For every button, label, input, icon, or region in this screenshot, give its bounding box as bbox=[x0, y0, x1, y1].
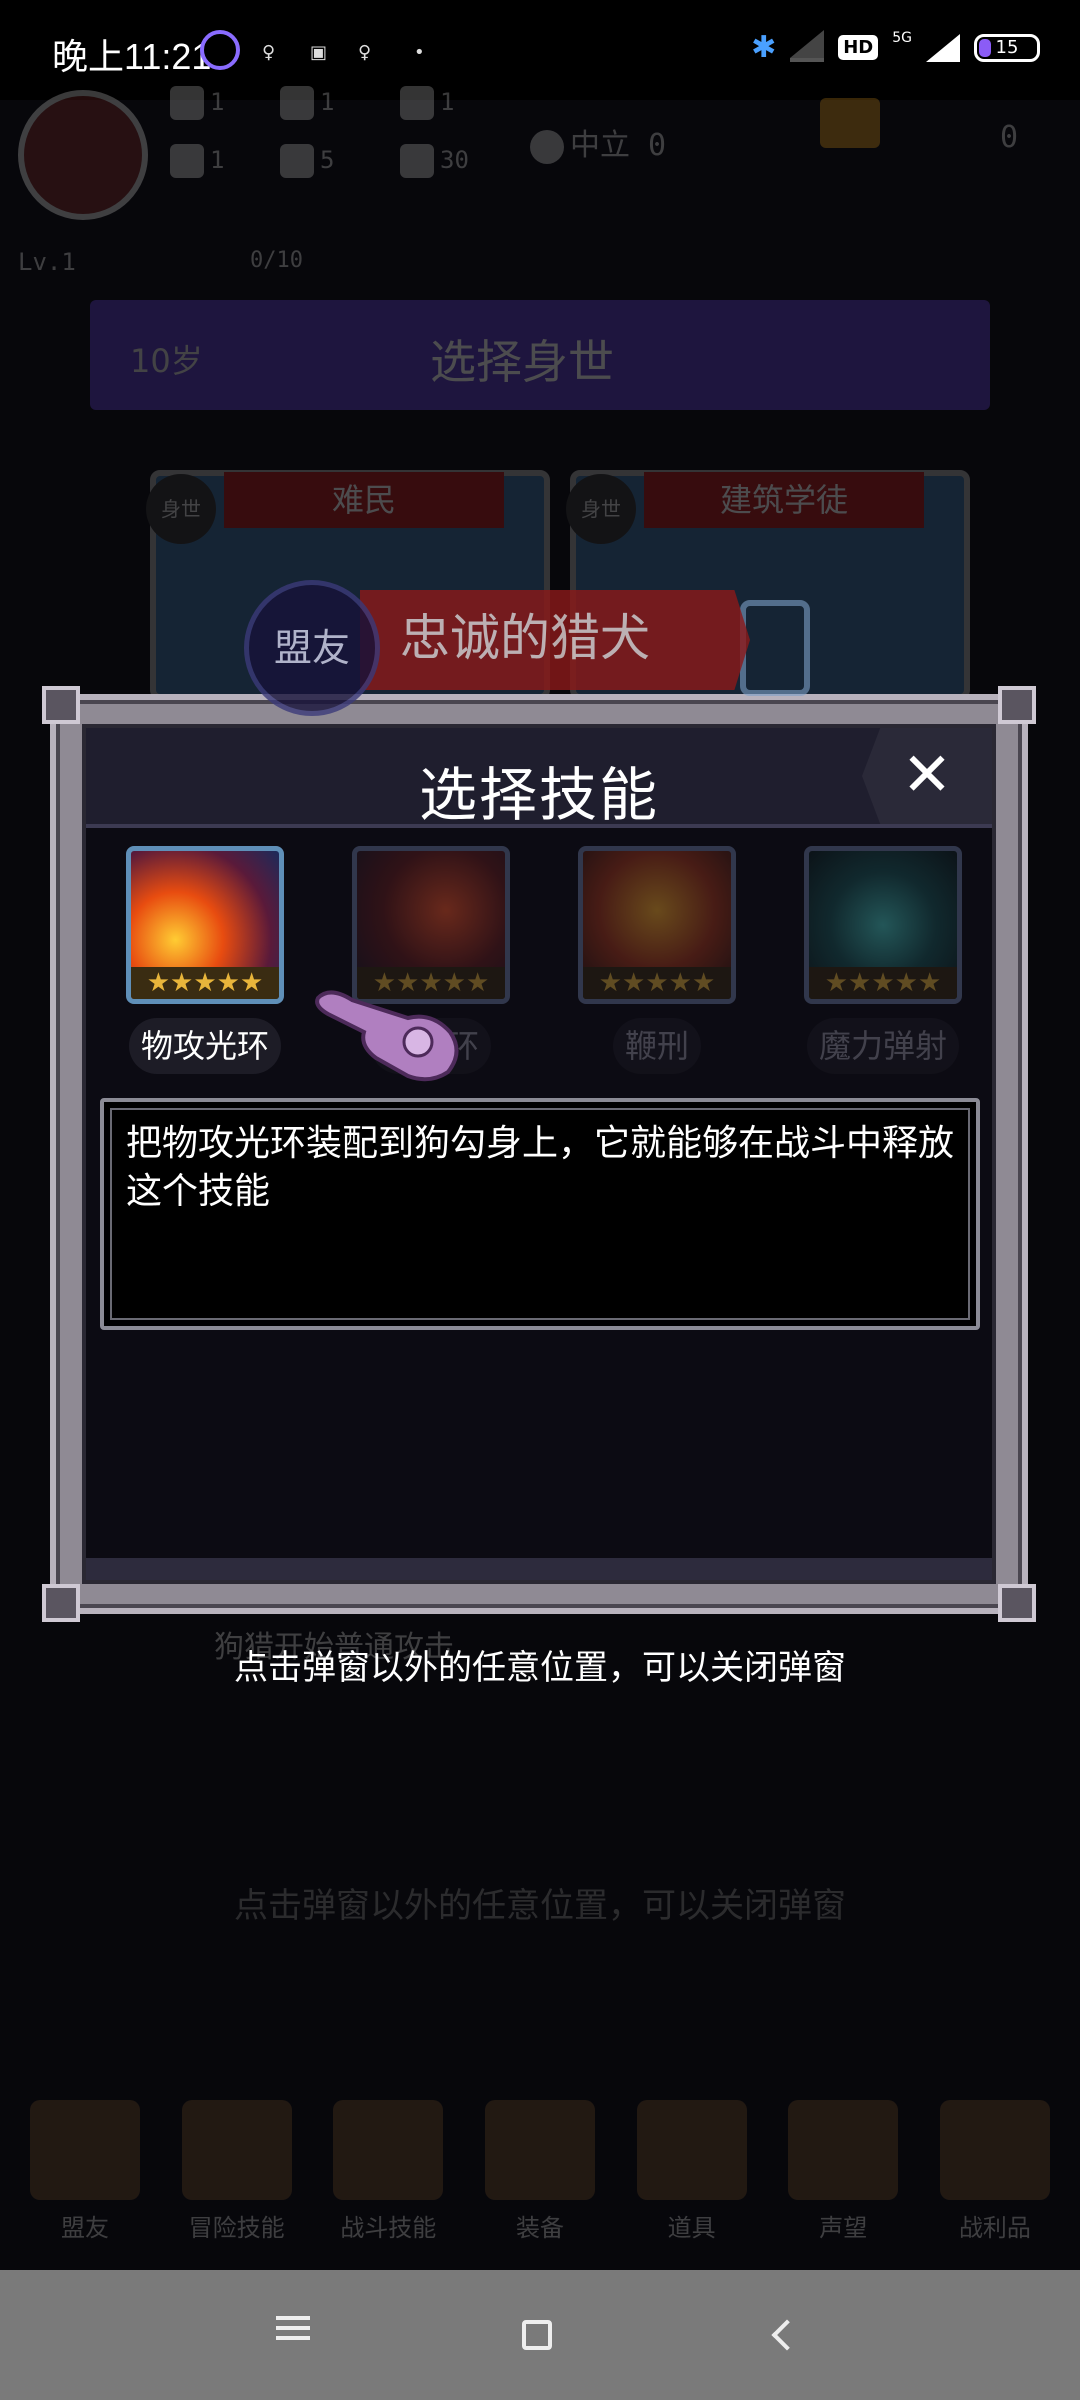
close-icon: ✕ bbox=[901, 740, 953, 810]
ally-frame bbox=[740, 600, 810, 696]
star-rating: ★★★★★ bbox=[131, 967, 279, 999]
stat-clover: 1 bbox=[170, 144, 224, 178]
modal-corner bbox=[42, 686, 80, 724]
alarm-icon bbox=[200, 30, 240, 70]
signal-icon bbox=[926, 33, 960, 62]
background-hint: 点击弹窗以外的任意位置，可以关闭弹窗 bbox=[234, 1886, 846, 1926]
notification-icon: ♀ bbox=[358, 42, 372, 63]
items-icon bbox=[636, 2100, 747, 2200]
clover-icon bbox=[170, 144, 204, 178]
alignment: 中立 0 bbox=[530, 120, 666, 164]
card-tag-right: 身世 bbox=[566, 474, 636, 544]
xp-label: 0/10 bbox=[250, 248, 303, 273]
yin-yang-icon bbox=[530, 129, 564, 164]
nav-items[interactable]: 道具 bbox=[627, 2100, 757, 2260]
close-hint: 点击弹窗以外的任意位置，可以关闭弹窗 bbox=[234, 1648, 846, 1688]
modal-footer-bar bbox=[86, 1558, 992, 1580]
skill-label: 物攻光环 bbox=[128, 1018, 281, 1074]
whipping-icon: ★★★★★ bbox=[578, 846, 736, 1004]
equipment-icon bbox=[484, 2100, 595, 2200]
nav-combat-skill[interactable]: 战斗技能 bbox=[323, 2100, 453, 2260]
tutorial-pointer-icon bbox=[315, 990, 459, 1082]
loot-icon bbox=[939, 2100, 1050, 2200]
skill-option-whipping[interactable]: ★★★★★ 鞭刑 bbox=[552, 846, 762, 1074]
modal-header: 选择技能 ✕ bbox=[86, 728, 992, 829]
modal-corner bbox=[42, 1584, 80, 1622]
skill-select-modal: 选择技能 ✕ ★★★★★ 物攻光环 ★★★★★ 魔光环 ★★★★★ 鞭刑 bbox=[42, 686, 1036, 1622]
nav-loot[interactable]: 战利品 bbox=[930, 2100, 1060, 2260]
battery-icon: 15 bbox=[974, 33, 1040, 62]
skill-option-magic-bounce[interactable]: ★★★★★ 魔力弹射 bbox=[778, 846, 988, 1074]
stat-scroll: 1 bbox=[280, 86, 334, 120]
modal-corner bbox=[998, 1584, 1036, 1622]
system-nav-bar bbox=[0, 2270, 1080, 2400]
wizard-hat-icon bbox=[400, 86, 434, 120]
card-name-left: 难民 bbox=[224, 472, 504, 528]
gold-amount: 0 bbox=[1000, 120, 1019, 155]
bluetooth-icon: ✱ bbox=[751, 30, 777, 65]
skill-label: 鞭刑 bbox=[612, 1018, 701, 1074]
fist-icon bbox=[170, 86, 204, 120]
star-rating: ★★★★★ bbox=[809, 967, 957, 999]
skill-description: 把物攻光环装配到狗勾身上，它就能够在战斗中释放这个技能 bbox=[126, 1123, 955, 1212]
battery-level: 15 bbox=[995, 36, 1019, 58]
back-button[interactable] bbox=[752, 2300, 822, 2370]
status-bar: 晚上11:21 ♀ ▣ ♀ • ✱ HD 5G 15 bbox=[0, 0, 1080, 100]
card-name-right: 建筑学徒 bbox=[644, 472, 924, 528]
flame-icon bbox=[400, 144, 434, 178]
banner-title: 选择身世 bbox=[430, 335, 614, 389]
ally-name: 忠诚的猎犬 bbox=[360, 590, 750, 690]
stat-flame: 30 bbox=[400, 144, 469, 178]
modal-title: 选择技能 bbox=[418, 761, 659, 829]
skill-list: ★★★★★ 物攻光环 ★★★★★ 魔光环 ★★★★★ 鞭刑 ★★★★★ bbox=[100, 846, 980, 1074]
stat-hat: 1 bbox=[400, 86, 454, 120]
nav-reputation[interactable]: 声望 bbox=[778, 2100, 908, 2260]
status-time: 晚上11:21 bbox=[52, 36, 212, 77]
star-rating: ★★★★★ bbox=[583, 967, 731, 999]
nav-adventure-skill[interactable]: 冒险技能 bbox=[172, 2100, 302, 2260]
card-tag-left: 身世 bbox=[146, 474, 216, 544]
reputation-icon bbox=[788, 2100, 899, 2200]
ally-icon bbox=[30, 2100, 140, 2200]
stat-fist: 1 bbox=[170, 86, 224, 120]
age-label: 10岁 bbox=[130, 342, 203, 380]
back-icon bbox=[771, 2319, 803, 2351]
network-type: 5G bbox=[892, 29, 912, 46]
skill-description-box: 把物攻光环装配到狗勾身上，它就能够在战斗中释放这个技能 bbox=[100, 1098, 980, 1330]
status-icons: ✱ HD 5G 15 bbox=[751, 29, 1040, 65]
magic-bounce-icon: ★★★★★ bbox=[804, 846, 962, 1004]
book-icon bbox=[280, 144, 314, 178]
notification-icon: ♀ bbox=[262, 42, 276, 63]
signal-icon bbox=[790, 29, 825, 62]
ally-tag: 盟友 bbox=[244, 580, 380, 716]
scroll-icon bbox=[280, 86, 314, 120]
close-button[interactable]: ✕ bbox=[862, 728, 992, 824]
adventure-skill-icon bbox=[181, 2100, 292, 2200]
player-avatar bbox=[18, 90, 148, 220]
home-button[interactable] bbox=[502, 2300, 572, 2370]
hd-badge: HD bbox=[838, 35, 879, 60]
skill-label: 魔力弹射 bbox=[806, 1018, 959, 1074]
home-icon bbox=[522, 2320, 552, 2350]
notification-dot-icon: • bbox=[414, 42, 425, 63]
bottom-nav: 盟友 冒险技能 战斗技能 装备 道具 声望 战利品 bbox=[20, 2100, 1060, 2260]
physical-aura-icon: ★★★★★ bbox=[126, 846, 284, 1004]
stat-book: 5 bbox=[280, 144, 334, 178]
modal-body: 选择技能 ✕ ★★★★★ 物攻光环 ★★★★★ 魔光环 ★★★★★ 鞭刑 bbox=[82, 724, 996, 1584]
nav-equipment[interactable]: 装备 bbox=[475, 2100, 605, 2260]
skill-option-physical-aura[interactable]: ★★★★★ 物攻光环 bbox=[100, 846, 310, 1074]
modal-corner bbox=[998, 686, 1036, 724]
notification-icon: ▣ bbox=[310, 42, 328, 63]
combat-skill-icon bbox=[333, 2100, 444, 2200]
level-label: Lv.1 bbox=[18, 248, 76, 276]
gold-icon bbox=[820, 98, 886, 148]
nav-ally[interactable]: 盟友 bbox=[20, 2100, 150, 2260]
recent-apps-button[interactable] bbox=[258, 2310, 328, 2380]
